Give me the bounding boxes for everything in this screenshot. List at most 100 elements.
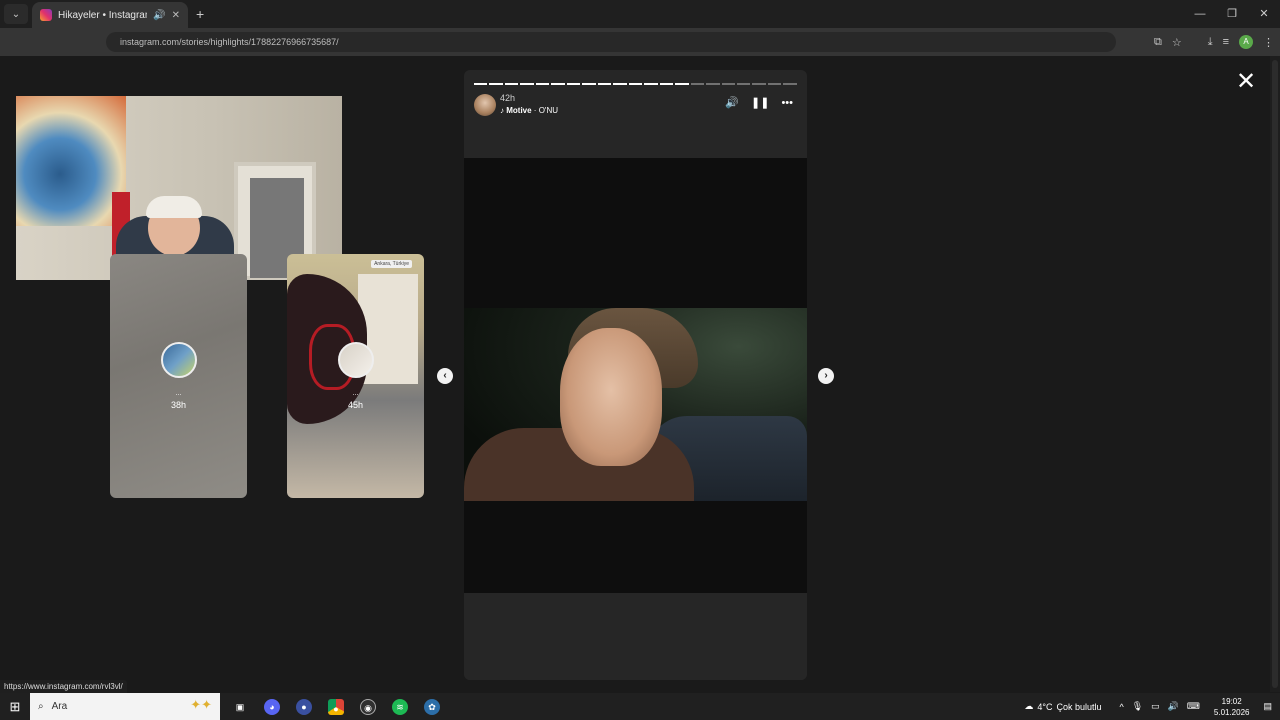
weather-temp: 4°C [1037,701,1053,712]
new-tab-button[interactable]: + [196,6,204,22]
weather-widget[interactable]: ☁ 4°C Çok bulutlu [1024,701,1101,712]
progress-segment [783,83,797,85]
story-photo [464,308,807,501]
address-bar-row: ← → ↻ ⌂ instagram.com/stories/highlights… [0,28,1280,77]
browser-tab-bar: ⌄ Hikayeler • Instagram 🔊 ✕ + — ❐ ✕ [0,0,1280,28]
close-tab-icon[interactable]: ✕ [172,10,180,21]
browser-tab[interactable]: Hikayeler • Instagram 🔊 ✕ [32,2,188,28]
profile-avatar[interactable]: A [1239,35,1253,49]
restore-button[interactable]: ❐ [1216,0,1248,28]
webcam-overlay [16,96,342,280]
download-icon[interactable]: ⤓ [1208,36,1213,49]
instagram-icon [40,9,52,21]
chrome-icon[interactable]: ● [328,698,344,715]
minimize-button[interactable]: — [1184,0,1216,28]
next-story-button[interactable]: › [818,368,834,384]
avatar [337,342,374,378]
url-field[interactable]: instagram.com/stories/highlights/1788227… [106,32,1116,52]
avatar[interactable] [474,94,496,116]
preview-username: ... [352,390,359,397]
menu-dots-icon[interactable]: ⋮ [1263,36,1274,49]
progress-segment [690,83,705,85]
address-bar-icons: ⧉ ☆ ⤓ ≡ A ⋮ [1154,28,1274,56]
window-controls: — ❐ ✕ [1184,0,1280,28]
obs-icon[interactable]: ◉ [360,698,376,715]
app-icon-2[interactable]: ✿ [424,698,440,715]
location-sticker: Ankara, Türkiye [371,260,412,268]
media-controls-icon[interactable]: ≡ [1223,36,1229,48]
bookmark-star-icon[interactable]: ☆ [1172,36,1182,49]
avatar [160,342,197,378]
progress-segment [721,83,735,85]
speaker-icon[interactable]: 🔊 [1168,701,1179,712]
story-preview-2[interactable]: Ankara, Türkiye ... 45h [287,254,424,498]
windows-start-icon[interactable]: ⊞ [0,699,30,715]
progress-segment [706,83,720,85]
tab-title: Hikayeler • Instagram [58,9,148,21]
progress-segment [474,83,488,85]
wave-poster [16,96,126,226]
progress-segment [520,83,534,85]
progress-segment [535,83,550,85]
chevron-up-icon[interactable]: ^ [1119,702,1123,712]
spotify-icon[interactable]: ≋ [392,698,408,715]
task-view-icon[interactable]: ▣ [232,699,248,715]
pause-icon[interactable]: ❚❚ [751,96,769,109]
preview-time: 38h [170,400,187,410]
story-controls: 🔊 ❚❚ ••• [725,96,793,110]
clock[interactable]: 19:02 5.01.2026 [1214,696,1250,718]
notification-icon[interactable]: ▤ [1263,701,1272,712]
weather-desc: Çok bulutlu [1056,701,1102,712]
progress-segment [582,83,596,85]
progress-segment [659,83,674,85]
progress-segment [752,83,766,85]
search-icon: ⌕ [38,701,44,712]
progress-segment [767,83,782,85]
tab-search-button[interactable]: ⌄ [4,4,28,24]
status-url: https://www.instagram.com/rvl3vl/ [0,680,127,693]
scrollbar[interactable] [1270,56,1280,692]
microphone-icon[interactable]: 🎙 [1132,701,1143,712]
cloud-icon: ☁ [1024,701,1034,711]
progress-segment [628,83,643,85]
stories-page: ... 38h Ankara, Türkiye ... 45h ‹ › 42h … [0,56,1270,692]
progress-segment [597,83,612,85]
story-time: 42h [500,93,516,103]
preview-time: 45h [347,400,364,410]
cast-icon[interactable]: ⧉ [1154,36,1162,49]
clock-date: 5.01.2026 [1213,707,1250,717]
close-window-button[interactable]: ✕ [1248,0,1280,28]
close-icon[interactable]: ✕ [1234,70,1258,94]
clock-time: 19:02 [1221,696,1242,706]
story-media[interactable] [464,158,807,593]
volume-icon[interactable]: 🔊 [725,96,739,109]
progress-segment [566,83,581,85]
story-preview-1[interactable]: ... 38h [110,254,247,498]
story-footer [464,593,807,680]
taskbar-apps: ▣ ◕ ● ● ◉ ≋ ✿ [232,698,440,715]
face [560,328,662,466]
taskbar: ⊞ ⌕ Ara ✦✦ ▣ ◕ ● ● ◉ ≋ ✿ ☁ 4°C Çok bulut… [0,693,1280,720]
story-progress-bar [474,83,797,85]
progress-segment [613,83,627,85]
previous-story-button[interactable]: ‹ [437,368,453,384]
search-highlight-icon: ✦✦ [190,697,212,712]
progress-segment [675,83,689,85]
preview-username: ... [175,390,182,397]
keyboard-icon[interactable]: ⌨ [1187,701,1200,712]
more-options-icon[interactable]: ••• [781,97,793,109]
progress-segment [504,83,519,85]
search-label: Ara [51,701,68,712]
music-info[interactable]: ♪ Motive · O'NU [500,106,558,115]
progress-segment [736,83,751,85]
speaker-icon[interactable]: 🔊 [153,10,165,21]
taskbar-search[interactable]: ⌕ Ara ✦✦ [30,693,220,720]
discord-icon[interactable]: ◕ [264,698,280,715]
progress-segment [644,83,658,85]
story-viewer: 42h ♪ Motive · O'NU 🔊 ❚❚ ••• [464,70,807,680]
app-icon[interactable]: ● [296,698,312,715]
network-icon[interactable]: ▭ [1151,701,1160,712]
story-header: 42h ♪ Motive · O'NU 🔊 ❚❚ ••• [474,92,797,118]
progress-segment [551,83,565,85]
music-song: O'NU [538,106,558,115]
